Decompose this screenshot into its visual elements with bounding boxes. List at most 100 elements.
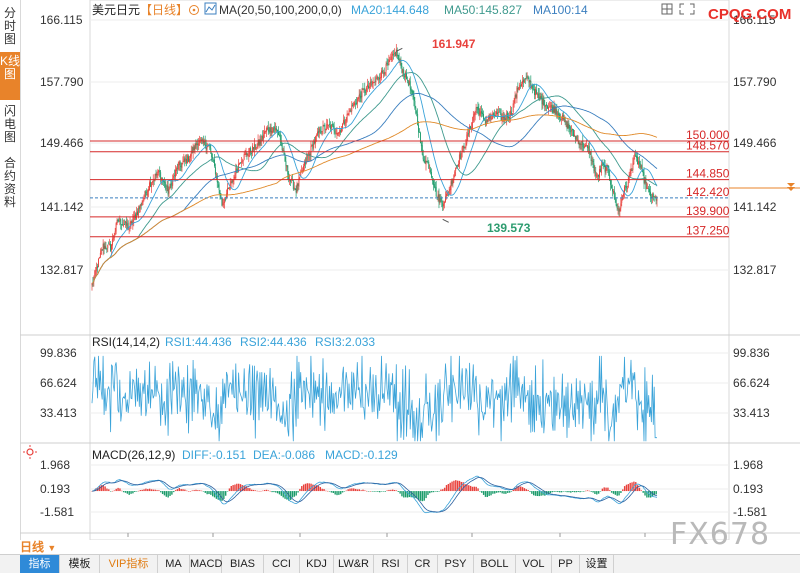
macd-bar — [425, 491, 427, 499]
macd-bar — [640, 490, 643, 492]
rsi-tick-right: 66.624 — [733, 376, 770, 390]
period-selector[interactable]: 日线 ▼ — [20, 540, 80, 554]
candle-body — [590, 151, 592, 161]
macd-tick-right: 1.968 — [733, 458, 763, 472]
candle-body — [187, 155, 189, 164]
chart-canvas[interactable]: 美元日元 【日线】 MA(20,50,100,200,0,0) MA20:144… — [0, 0, 800, 540]
macd-bar — [596, 491, 598, 495]
candle-body — [517, 87, 519, 90]
high-marker-label: 161.947 — [432, 37, 476, 51]
rsi-tick-left: 33.413 — [40, 406, 77, 420]
tab-vol[interactable]: VOL — [516, 555, 552, 573]
tab-lwr[interactable]: LW&R — [334, 555, 374, 573]
macd-bar — [289, 491, 292, 500]
candle-body — [355, 102, 357, 105]
macd-bar — [325, 490, 327, 492]
candle-body — [217, 181, 219, 184]
candle-body — [253, 143, 255, 151]
macd-bar — [584, 490, 587, 492]
candle-body — [294, 188, 296, 190]
candle-body — [646, 187, 648, 189]
macd-bar — [566, 491, 568, 493]
tab-indicator[interactable]: 指标 — [20, 555, 60, 573]
candle-body — [110, 243, 112, 251]
macd-bar — [178, 487, 181, 492]
candle-body — [458, 163, 459, 167]
ma-settings-icon[interactable] — [204, 2, 217, 15]
rsi-tick-right: 99.836 — [733, 346, 770, 360]
macd-bar — [291, 491, 294, 498]
candle-body — [306, 157, 308, 159]
macd-bar — [505, 491, 507, 494]
candle-body — [358, 94, 360, 99]
candle-body — [573, 129, 574, 137]
price-tick-right: 149.466 — [733, 136, 777, 150]
macd-bar — [477, 488, 479, 492]
macd-bar — [560, 491, 563, 493]
candle-body — [551, 104, 553, 108]
candle-body — [97, 266, 99, 269]
rsi-tick-right: 33.413 — [733, 406, 770, 420]
candle-body — [656, 199, 658, 201]
tab-pp[interactable]: PP — [552, 555, 580, 573]
tab-psy[interactable]: PSY — [438, 555, 474, 573]
candle-body — [346, 113, 348, 121]
candle-body — [119, 218, 121, 222]
macd-settings-icon[interactable] — [23, 445, 37, 459]
tab-rsi[interactable]: RSI — [374, 555, 408, 573]
candle-body — [170, 183, 172, 185]
tab-boll[interactable]: BOLL — [474, 555, 516, 573]
candle-body — [247, 155, 249, 157]
candle-body — [356, 98, 358, 104]
fullscreen-icon[interactable] — [679, 3, 695, 15]
tab-bias[interactable]: BIAS — [222, 555, 264, 573]
candle-body — [264, 131, 266, 134]
tab-cr[interactable]: CR — [408, 555, 438, 573]
candle-body — [378, 78, 380, 80]
macd-bar — [553, 491, 555, 492]
tab-template[interactable]: 模板 — [60, 555, 100, 573]
candle-body — [379, 77, 381, 80]
macd-bar — [555, 491, 557, 492]
candle-body — [338, 132, 340, 134]
candle-body — [634, 154, 636, 157]
candle-body — [193, 147, 195, 151]
period-settings-icon[interactable] — [189, 5, 199, 15]
candle-body — [522, 79, 524, 83]
candle-body — [296, 183, 298, 193]
candle-body — [336, 132, 338, 135]
candle-body — [475, 107, 477, 111]
candle-body — [430, 169, 432, 173]
tab-settings[interactable]: 设置 — [580, 555, 614, 573]
tab-vip-indicator[interactable]: VIP指标 — [100, 555, 158, 573]
tab-cci[interactable]: CCI — [264, 555, 300, 573]
macd-bar — [421, 491, 424, 502]
macd-bar — [599, 491, 602, 492]
tab-macd[interactable]: MACD — [190, 555, 222, 573]
fx678-watermark: FX678 — [670, 517, 771, 552]
candle-body — [196, 143, 198, 146]
candle-body — [293, 187, 295, 189]
tab-ma[interactable]: MA — [158, 555, 190, 573]
candle-body — [329, 125, 331, 130]
macd-bar — [354, 488, 357, 492]
candle-body — [188, 156, 189, 162]
candle-body — [464, 146, 466, 148]
candle-body — [545, 105, 547, 107]
tab-kdj[interactable]: KDJ — [300, 555, 334, 573]
macd-bar — [226, 491, 229, 492]
candle-body — [555, 109, 557, 115]
current-price-marker — [729, 183, 800, 191]
candle-body — [330, 124, 332, 129]
candle-body — [652, 193, 654, 197]
candle-body — [290, 179, 291, 182]
candle-body — [526, 76, 528, 78]
candle-body — [391, 56, 393, 61]
candle-body — [95, 270, 97, 272]
candle-body — [626, 187, 628, 190]
candle-body — [101, 249, 103, 251]
candle-body — [164, 181, 166, 188]
candle-body — [349, 110, 351, 112]
grid-toggle-icon[interactable] — [661, 3, 673, 15]
candle-body — [316, 135, 317, 137]
